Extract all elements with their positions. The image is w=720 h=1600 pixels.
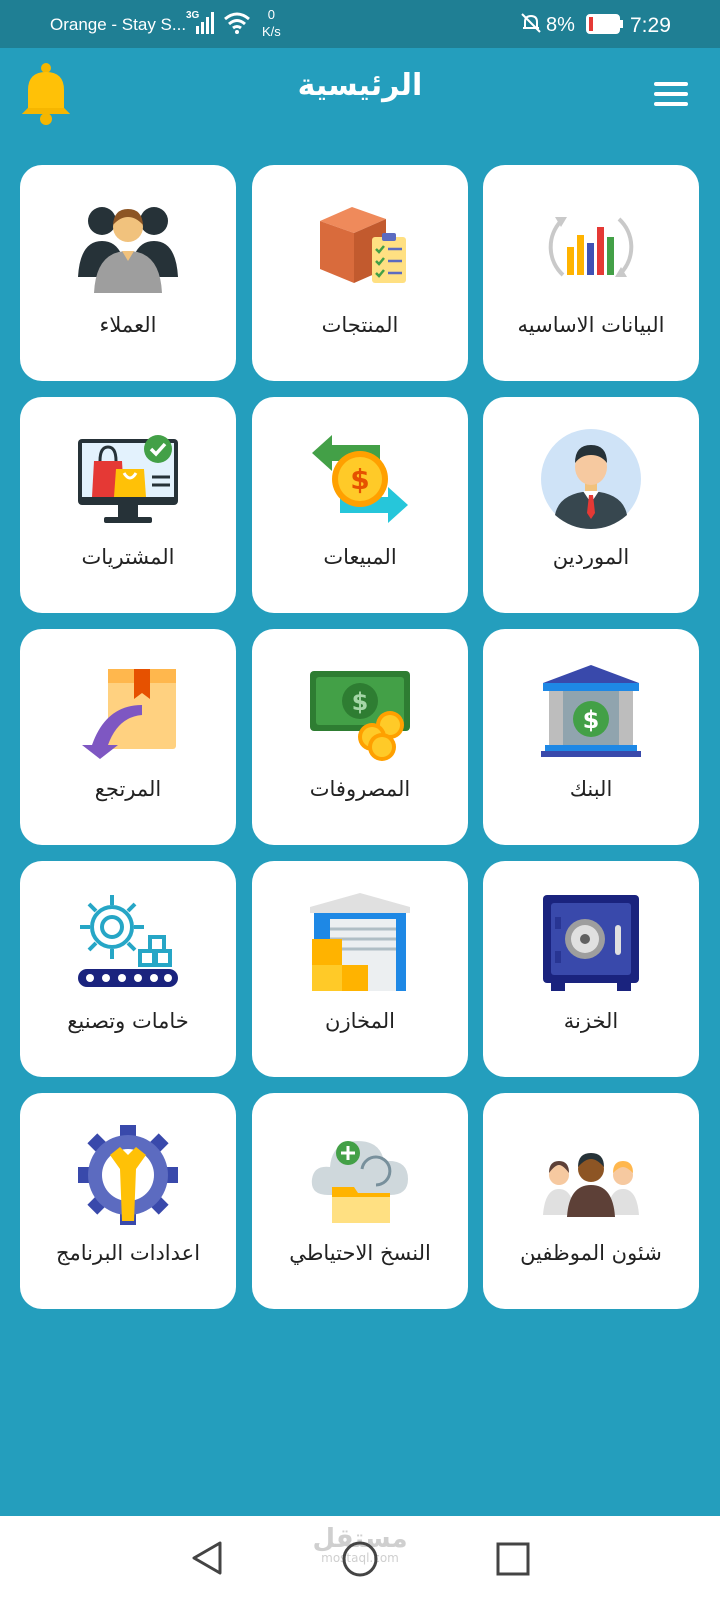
tile-suppliers[interactable]: الموردين xyxy=(483,397,699,613)
tile-warehouses[interactable]: المخازن xyxy=(252,861,468,1077)
tile-sales[interactable]: $ المبيعات xyxy=(252,397,468,613)
tile-label: المصروفات xyxy=(309,777,411,801)
shopping-monitor-icon xyxy=(78,435,178,523)
tile-manufacturing[interactable]: خامات وتصنيع xyxy=(20,861,236,1077)
chart-icon xyxy=(548,217,634,277)
tile-label: المرتجع xyxy=(94,777,162,801)
menu-button[interactable] xyxy=(654,82,688,112)
tile-label: المنتجات xyxy=(321,313,399,337)
tile-returns[interactable]: المرتجع xyxy=(20,629,236,845)
hamburger-menu-icon xyxy=(654,82,688,106)
speed-unit: K/s xyxy=(262,24,281,39)
speed-value: 0 xyxy=(267,7,276,22)
bank-icon: $ xyxy=(541,665,641,757)
warehouse-icon xyxy=(310,893,410,991)
wifi-icon xyxy=(224,12,250,34)
tile-basic-data[interactable]: البيانات الاساسيه xyxy=(483,165,699,381)
system-nav-bar: مستقل mostaql.com xyxy=(0,1516,720,1600)
tile-bank[interactable]: $ البنك xyxy=(483,629,699,845)
box-checklist-icon xyxy=(320,207,406,283)
settings-wrench-icon xyxy=(78,1125,178,1225)
tile-label: المشتريات xyxy=(81,545,175,569)
back-button[interactable] xyxy=(190,1540,224,1580)
network-speed: 0 K/s xyxy=(262,6,281,40)
recent-square-icon xyxy=(496,1542,530,1576)
home-circle-icon xyxy=(342,1541,378,1577)
tile-products[interactable]: المنتجات xyxy=(252,165,468,381)
svg-text:$: $ xyxy=(352,688,369,716)
employees-icon xyxy=(543,1153,639,1217)
tile-label: المبيعات xyxy=(323,545,397,569)
tile-label: خامات وتصنيع xyxy=(67,1009,189,1033)
dollar-exchange-icon: $ xyxy=(312,435,408,523)
tile-label: البيانات الاساسيه xyxy=(517,313,665,337)
tile-customers[interactable]: العملاء xyxy=(20,165,236,381)
tile-label: شئون الموظفين xyxy=(520,1241,662,1265)
tile-app-settings[interactable]: اعدادات البرنامج xyxy=(20,1093,236,1309)
return-box-icon xyxy=(82,669,176,759)
manufacturing-gear-icon xyxy=(78,895,178,987)
tile-label: اعدادات البرنامج xyxy=(55,1241,201,1265)
tile-label: الخزنة xyxy=(563,1009,619,1033)
svg-text:$: $ xyxy=(583,706,600,734)
tile-label: المخازن xyxy=(325,1009,395,1033)
page-title: الرئيسية xyxy=(297,68,423,103)
tile-backup[interactable]: النسخ الاحتياطي xyxy=(252,1093,468,1309)
cloud-backup-icon xyxy=(311,1141,408,1223)
battery-percent: 8% xyxy=(546,14,575,36)
back-triangle-icon xyxy=(192,1541,222,1575)
clock: 7:29 xyxy=(630,14,671,37)
cash-coins-icon: $ xyxy=(310,671,410,761)
customers-icon xyxy=(78,207,178,293)
tile-label: الموردين xyxy=(552,545,630,569)
signal-icon xyxy=(196,12,214,34)
recent-apps-button[interactable] xyxy=(496,1542,530,1580)
carrier-name: Orange - Stay S... xyxy=(50,15,187,34)
tile-employees[interactable]: شئون الموظفين xyxy=(483,1093,699,1309)
home-button[interactable] xyxy=(341,1540,379,1582)
tile-safe[interactable]: الخزنة xyxy=(483,861,699,1077)
tile-label: النسخ الاحتياطي xyxy=(289,1241,431,1265)
supplier-avatar-icon xyxy=(541,429,641,529)
tile-label: العملاء xyxy=(99,313,157,337)
tile-label: البنك xyxy=(569,777,613,801)
status-bar: Orange - Stay S... 3G 0 K/s 8% 7:29 xyxy=(0,0,720,48)
battery-icon xyxy=(586,14,623,34)
tile-purchases[interactable]: المشتريات xyxy=(20,397,236,613)
svg-text:$: $ xyxy=(350,463,369,496)
muted-bell-icon xyxy=(521,13,541,33)
app-bar: الرئيسية xyxy=(0,48,720,140)
tile-expenses[interactable]: $ المصروفات xyxy=(252,629,468,845)
safe-icon xyxy=(543,895,639,991)
